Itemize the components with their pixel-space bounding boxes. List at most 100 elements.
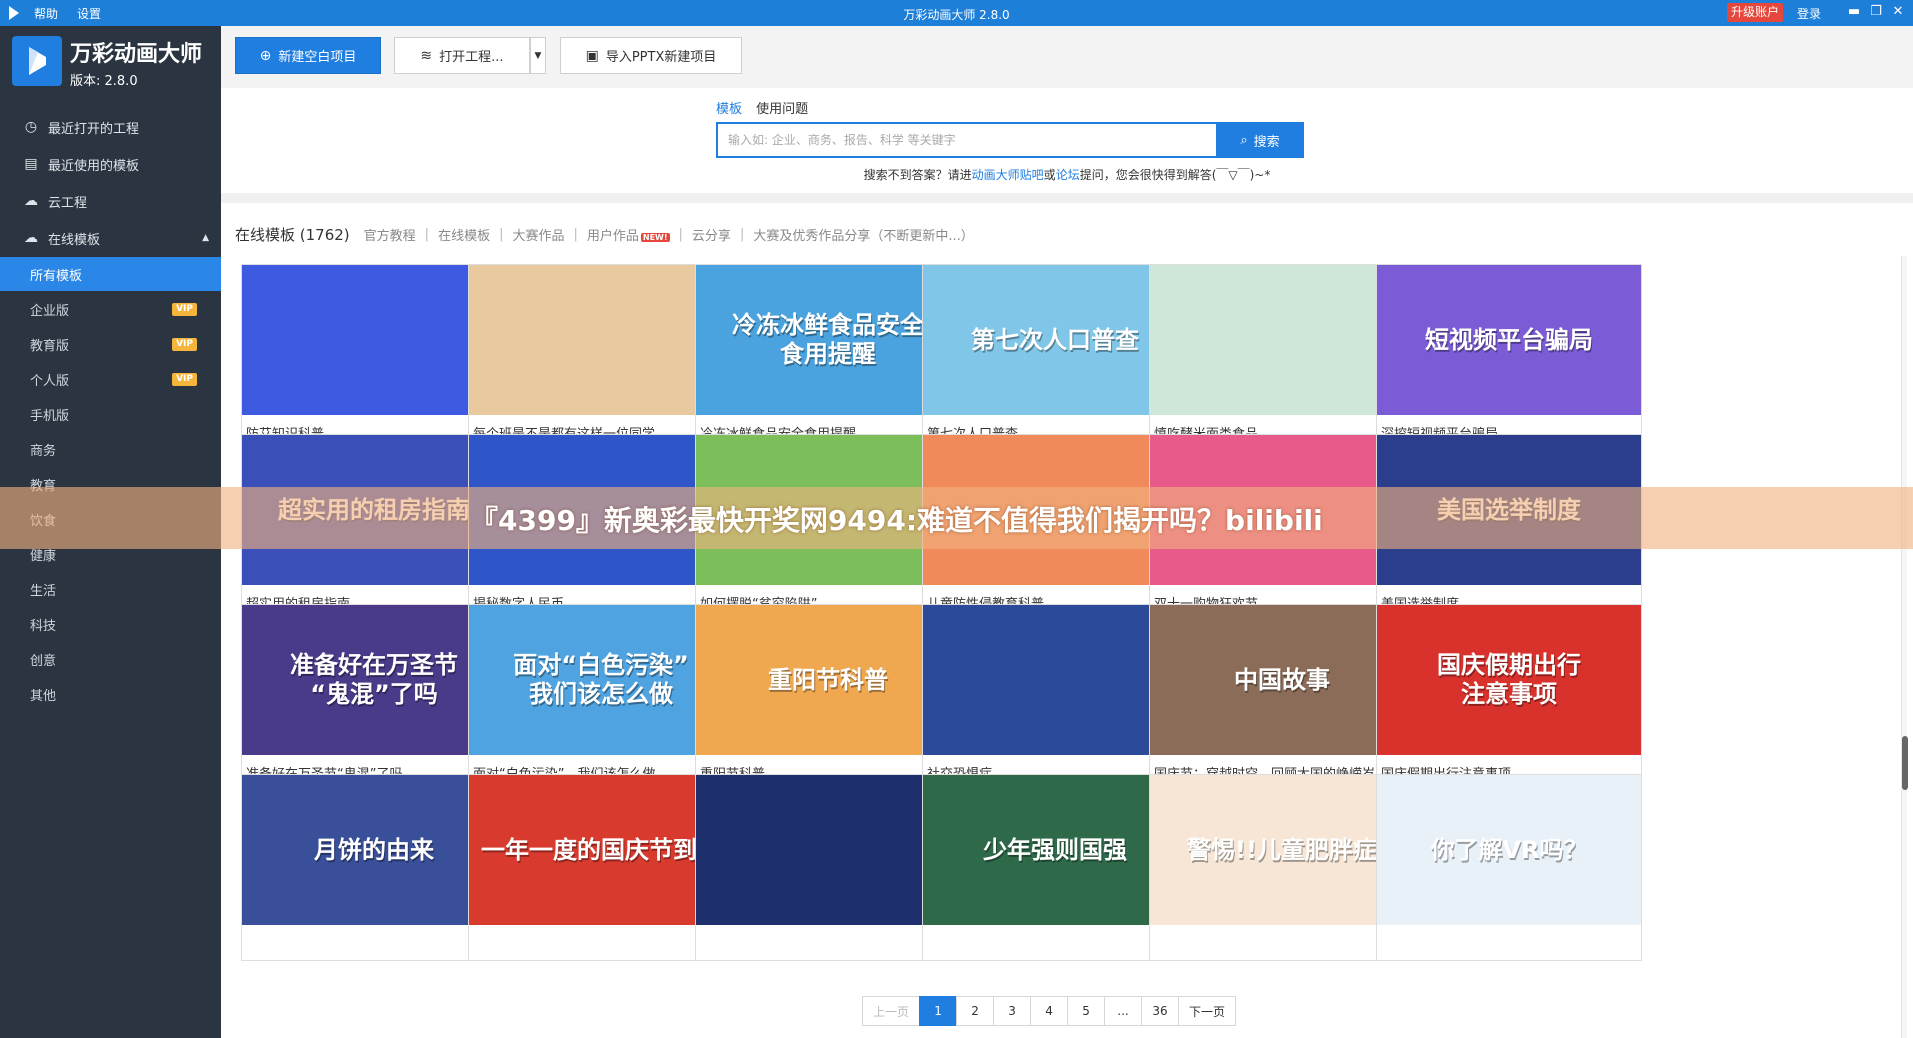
prev-page-button[interactable]: 上一页 <box>862 996 921 1026</box>
page-button[interactable]: 4 <box>1030 996 1069 1026</box>
app-logo <box>12 36 62 86</box>
button-label: 打开工程... <box>439 50 504 65</box>
restore-icon[interactable]: ❐ <box>1866 3 1886 21</box>
minimize-icon[interactable]: ▬ <box>1844 3 1864 21</box>
template-card[interactable]: 国庆假期出行 注意事项国庆假期出行注意事项 <box>1376 604 1642 791</box>
presentation-icon: ▣ <box>585 47 599 64</box>
search-input[interactable] <box>716 122 1216 158</box>
separator: | <box>678 226 683 242</box>
menu-help[interactable]: 帮助 <box>34 5 58 22</box>
tab-usage-questions[interactable]: 使用问题 <box>756 102 808 117</box>
template-thumbnail <box>696 775 960 925</box>
watermark-text: 『4399』新奥彩最快开奖网9494:难道不值得我们揭开吗？bilibili <box>470 504 1323 537</box>
forum-link[interactable]: 论坛 <box>1056 168 1080 182</box>
category-contest-share[interactable]: 大赛及优秀作品分享（不断更新中...） <box>753 225 973 244</box>
sidebar-item-online-templates[interactable]: ☁ 在线模板 ▲ <box>0 219 221 257</box>
template-thumbnail: 面对“白色污染” 我们该怎么做 <box>469 605 733 755</box>
sidebar-subitem-personal[interactable]: 个人版 VIP <box>0 362 221 396</box>
page-button[interactable]: 5 <box>1067 996 1106 1026</box>
template-icon: ▤ <box>24 156 38 172</box>
close-icon[interactable]: ✕ <box>1888 3 1908 21</box>
template-thumbnail: 国庆假期出行 注意事项 <box>1377 605 1641 755</box>
title-bar: 帮助 设置 万彩动画大师 2.8.0 升级账户 登录 ▬ ❐ ✕ <box>0 0 1913 26</box>
login-link[interactable]: 登录 <box>1797 5 1821 22</box>
category-online-templates[interactable]: 在线模板 <box>438 225 490 244</box>
thumbnail-title: 警惕!!儿童肥胖症 <box>1187 835 1377 864</box>
search-tabs: 模板 使用问题 <box>716 98 818 117</box>
template-thumbnail: 重阳节科普 <box>696 605 960 755</box>
category-contest-works[interactable]: 大赛作品 <box>512 225 564 244</box>
window-title: 万彩动画大师 2.8.0 <box>903 8 1010 22</box>
category-user-works[interactable]: 用户作品 NEW! <box>587 225 670 244</box>
tab-template[interactable]: 模板 <box>716 102 742 117</box>
sidebar-subitem-all-templates[interactable]: 所有模板 <box>0 257 221 291</box>
template-thumbnail: 准备好在万圣节 “鬼混”了吗 <box>242 605 506 755</box>
separator: | <box>573 226 578 242</box>
sidebar-item-recent-templates[interactable]: ▤ 最近使用的模板 <box>0 145 221 183</box>
page-button[interactable]: 3 <box>993 996 1032 1026</box>
category-cloud-share[interactable]: 云分享 <box>692 225 731 244</box>
sidebar-item-recent-projects[interactable]: ◷ 最近打开的工程 <box>0 108 221 146</box>
open-project-dropdown[interactable]: ▼ <box>530 37 546 74</box>
sidebar-subitem-mobile[interactable]: 手机版 <box>0 397 221 431</box>
thumbnail-title: 面对“白色污染” 我们该怎么做 <box>513 651 689 708</box>
import-pptx-button[interactable]: ▣ 导入PPTX新建项目 <box>560 37 742 74</box>
page-button[interactable]: 36 <box>1141 996 1180 1026</box>
chevron-up-icon: ▲ <box>202 233 209 243</box>
scrollbar[interactable] <box>1901 256 1908 1038</box>
next-page-button[interactable]: 下一页 <box>1178 996 1237 1026</box>
thumbnail-title: 月饼的由来 <box>314 835 434 864</box>
template-thumbnail <box>923 605 1187 755</box>
button-label: 新建空白项目 <box>278 50 357 65</box>
thumbnail-title: 重阳节科普 <box>768 665 888 694</box>
scrollbar-thumb[interactable] <box>1902 736 1908 790</box>
hint-text: 搜索不到答案？请进 <box>863 168 972 182</box>
sidebar-subitem-label: 所有模板 <box>30 268 83 284</box>
menu-settings[interactable]: 设置 <box>77 5 101 22</box>
sidebar-subitem-other[interactable]: 其他 <box>0 677 221 711</box>
sidebar-subitem-tech[interactable]: 科技 <box>0 607 221 641</box>
upgrade-account-button[interactable]: 升级账户 <box>1727 3 1784 22</box>
search-button[interactable]: ⌕ 搜索 <box>1216 122 1304 158</box>
thumbnail-title: 冷冻冰鲜食品安全 食用提醒 <box>732 311 924 368</box>
page-button[interactable]: 1 <box>919 996 958 1026</box>
sidebar-item-label: 在线模板 <box>48 232 101 248</box>
sidebar-subitem-label: 手机版 <box>30 408 70 424</box>
play-logo-icon <box>29 47 46 75</box>
layers-icon: ≋ <box>420 47 433 64</box>
sidebar-subitem-label: 商务 <box>30 443 57 459</box>
thumbnail-title: 中国故事 <box>1234 665 1330 694</box>
open-project-button[interactable]: ≋ 打开工程... <box>394 37 530 74</box>
sidebar-item-label: 最近打开的工程 <box>48 121 140 137</box>
sidebar-subitem-business[interactable]: 商务 <box>0 432 221 466</box>
template-thumbnail <box>469 265 733 415</box>
category-official-tutorial[interactable]: 官方教程 <box>364 225 416 244</box>
sidebar-subitem-enterprise[interactable]: 企业版 VIP <box>0 292 221 326</box>
vip-badge: VIP <box>172 303 197 316</box>
divider <box>221 193 1913 203</box>
main-panel: 模板 使用问题 ⌕ 搜索 搜索不到答案？请进动画大师贴吧或论坛提问，您会很快得到… <box>221 88 1913 1038</box>
vip-badge: VIP <box>172 338 197 351</box>
vip-badge: VIP <box>172 373 197 386</box>
template-thumbnail <box>1150 265 1414 415</box>
app-version: 版本: 2.8.0 <box>70 74 138 89</box>
clock-icon: ◷ <box>24 119 38 135</box>
page-button[interactable]: ... <box>1104 996 1143 1026</box>
button-label: 搜索 <box>1253 134 1280 150</box>
sidebar-item-label: 最近使用的模板 <box>48 158 140 174</box>
sidebar-subitem-label: 个人版 <box>30 373 70 389</box>
online-templates-count: 在线模板 (1762) <box>235 225 350 244</box>
template-card[interactable]: 短视频平台骗局深挖短视频平台骗局 <box>1376 264 1642 451</box>
sidebar-item-cloud-projects[interactable]: ☁ 云工程 <box>0 182 221 220</box>
template-thumbnail: 少年强则国强 <box>923 775 1187 925</box>
template-thumbnail <box>242 265 506 415</box>
template-card[interactable]: 你了解VR吗？ <box>1376 774 1642 961</box>
thumbnail-title: 短视频平台骗局 <box>1425 325 1593 354</box>
category-bar: 在线模板 (1762) 官方教程 | 在线模板 | 大赛作品 | 用户作品 NEW… <box>235 222 974 246</box>
sidebar-subitem-education-edition[interactable]: 教育版 VIP <box>0 327 221 361</box>
sidebar-subitem-life[interactable]: 生活 <box>0 572 221 606</box>
new-blank-project-button[interactable]: ⊕ 新建空白项目 <box>235 37 381 74</box>
sidebar-subitem-creative[interactable]: 创意 <box>0 642 221 676</box>
page-button[interactable]: 2 <box>956 996 995 1026</box>
tieba-link[interactable]: 动画大师贴吧 <box>972 168 1044 182</box>
